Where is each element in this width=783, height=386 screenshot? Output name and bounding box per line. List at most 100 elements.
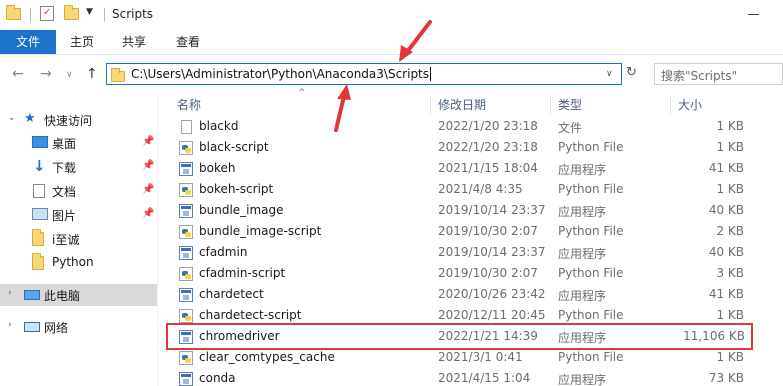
search-placeholder: 搜索"Scripts" — [661, 69, 738, 83]
sidebar-item-network[interactable]: › 网络 — [0, 316, 157, 338]
back-icon[interactable]: ← — [12, 66, 24, 82]
file-size: 1 KB — [716, 140, 744, 154]
file-date: 2020/10/26 23:42 — [438, 287, 546, 301]
table-row[interactable]: conda 2021/4/15 1:04 应用程序 73 KB — [170, 368, 750, 386]
sidebar-item-python[interactable]: Python — [0, 252, 157, 274]
table-row-highlighted[interactable]: chromedriver 2022/1/21 14:39 应用程序 11,106 KB — [166, 323, 753, 350]
file-type: 应用程序 — [558, 247, 607, 261]
file-date: 2022/1/21 14:39 — [438, 329, 538, 343]
chevron-down-icon[interactable]: ⌄ — [8, 113, 16, 123]
tab-view[interactable]: 查看 — [170, 30, 206, 54]
address-dropdown-icon[interactable]: ∨ — [606, 69, 613, 79]
sidebar-item-documents[interactable]: 文档 📌 — [0, 180, 157, 202]
file-size: 41 KB — [708, 161, 744, 175]
title-bar: ✓ ▼ Scripts — [0, 0, 783, 30]
table-row[interactable]: chardetect-script 2020/12/11 20:45 Python … — [170, 305, 750, 326]
pin-icon: 📌 — [142, 136, 155, 147]
sidebar-item-quick-access[interactable]: ⌄ ★ 快速访问 — [0, 109, 157, 131]
table-row[interactable]: cfadmin-script 2019/10/30 2:07 Python File… — [170, 263, 750, 284]
sidebar-item-label: 图片 — [52, 209, 77, 223]
sidebar-item-pictures[interactable]: 图片 📌 — [0, 204, 157, 226]
file-type: 应用程序 — [558, 331, 607, 345]
pin-icon: 📌 — [142, 160, 155, 171]
file-type: Python File — [558, 350, 624, 364]
application-icon — [179, 162, 193, 176]
file-name: cfadmin-script — [199, 266, 286, 280]
chevron-right-icon[interactable]: › — [8, 320, 12, 330]
file-name: clear_comtypes_cache — [199, 350, 335, 364]
table-row[interactable]: chardetect 2020/10/26 23:42 应用程序 41 KB — [170, 284, 750, 305]
title-separator — [30, 8, 31, 22]
file-type: Python File — [558, 182, 624, 196]
file-name: black-script — [199, 140, 269, 154]
picture-icon — [32, 208, 48, 220]
application-icon — [179, 246, 193, 260]
chevron-right-icon[interactable]: › — [8, 288, 12, 298]
table-row[interactable]: clear_comtypes_cache 2021/3/1 0:41 Python … — [170, 347, 750, 368]
file-size: 73 KB — [708, 371, 744, 385]
column-header-date[interactable]: 修改日期 — [438, 96, 486, 113]
file-type: 应用程序 — [558, 373, 607, 386]
column-header-size[interactable]: 大小 — [678, 96, 702, 113]
file-date: 2022/1/20 23:18 — [438, 140, 538, 154]
file-name: bokeh — [199, 161, 236, 175]
table-row[interactable]: black-script 2022/1/20 23:18 Python File 1 … — [170, 137, 750, 158]
file-type: 应用程序 — [558, 289, 607, 303]
search-input[interactable]: 搜索"Scripts" — [654, 63, 783, 85]
file-date: 2020/12/11 20:45 — [438, 308, 546, 322]
sidebar-item-downloads[interactable]: ↓ 下载 📌 — [0, 156, 157, 178]
file-name: chardetect — [199, 287, 264, 301]
forward-icon[interactable]: → — [40, 66, 52, 82]
sidebar-item-label: i至诚 — [52, 233, 80, 247]
table-row[interactable]: bokeh-script 2021/4/8 4:35 Python File 1 KB — [170, 179, 750, 200]
column-header-type[interactable]: 类型 — [558, 96, 582, 113]
file-size: 1 KB — [716, 182, 744, 196]
table-row[interactable]: bokeh 2021/1/15 18:04 应用程序 41 KB — [170, 158, 750, 179]
table-row[interactable]: bundle_image-script 2019/10/30 2:07 Python… — [170, 221, 750, 242]
table-row[interactable]: blackd 2022/1/20 23:18 文件 1 KB — [170, 116, 750, 137]
file-type: 应用程序 — [558, 205, 607, 219]
file-name: bokeh-script — [199, 182, 274, 196]
address-bar[interactable]: C:\Users\Administrator\Python\Anaconda3\… — [106, 63, 622, 85]
file-date: 2019/10/14 23:37 — [438, 203, 546, 217]
column-divider[interactable] — [550, 96, 551, 114]
table-row[interactable]: cfadmin 2019/10/14 23:37 应用程序 40 KB — [170, 242, 750, 263]
up-icon[interactable]: ↑ — [86, 66, 98, 82]
column-divider[interactable] — [670, 96, 671, 114]
python-file-icon — [179, 267, 193, 281]
minimize-icon[interactable] — [748, 14, 759, 15]
properties-icon[interactable]: ✓ — [40, 6, 54, 21]
pane-divider[interactable] — [157, 93, 158, 386]
file-size: 1 KB — [716, 308, 744, 322]
file-name: blackd — [199, 119, 239, 133]
file-date: 2019/10/30 2:07 — [438, 224, 538, 238]
sidebar-item-label: 文档 — [52, 185, 77, 199]
navigation-pane: ⌄ ★ 快速访问 桌面 📌 ↓ 下载 📌 文档 📌 图片 📌 i至诚 Pytho… — [0, 93, 157, 386]
file-size: 41 KB — [708, 287, 744, 301]
sidebar-item-desktop[interactable]: 桌面 📌 — [0, 132, 157, 154]
refresh-icon[interactable]: ↻ — [626, 65, 637, 80]
table-row[interactable]: bundle_image 2019/10/14 23:37 应用程序 40 KB — [170, 200, 750, 221]
sidebar-item-this-pc[interactable]: › 此电脑 — [0, 284, 157, 306]
new-folder-icon[interactable] — [64, 5, 80, 22]
ribbon: 文件 主页 共享 查看 — [0, 30, 783, 55]
column-header-name[interactable]: 名称 — [177, 96, 201, 113]
document-icon — [33, 184, 45, 198]
python-file-icon — [179, 309, 193, 323]
pin-icon: 📌 — [142, 184, 155, 195]
sidebar-item-izhicheng[interactable]: i至诚 — [0, 228, 157, 250]
tab-home[interactable]: 主页 — [64, 30, 100, 54]
column-divider[interactable] — [430, 96, 431, 114]
tab-file[interactable]: 文件 — [0, 30, 56, 54]
file-name: cfadmin — [199, 245, 248, 259]
tab-share[interactable]: 共享 — [116, 30, 152, 54]
sidebar-item-label: 快速访问 — [44, 114, 93, 128]
file-name: conda — [199, 371, 236, 385]
folder-icon — [111, 68, 125, 82]
file-name: bundle_image — [199, 203, 284, 217]
sidebar-item-label: 此电脑 — [44, 289, 81, 303]
quick-access-toolbar-dropdown-icon[interactable]: ▼ — [86, 7, 93, 17]
address-path[interactable]: C:\Users\Administrator\Python\Anaconda3\… — [131, 67, 432, 81]
recent-locations-icon[interactable]: ∨ — [66, 70, 73, 80]
file-date: 2021/1/15 18:04 — [438, 161, 538, 175]
